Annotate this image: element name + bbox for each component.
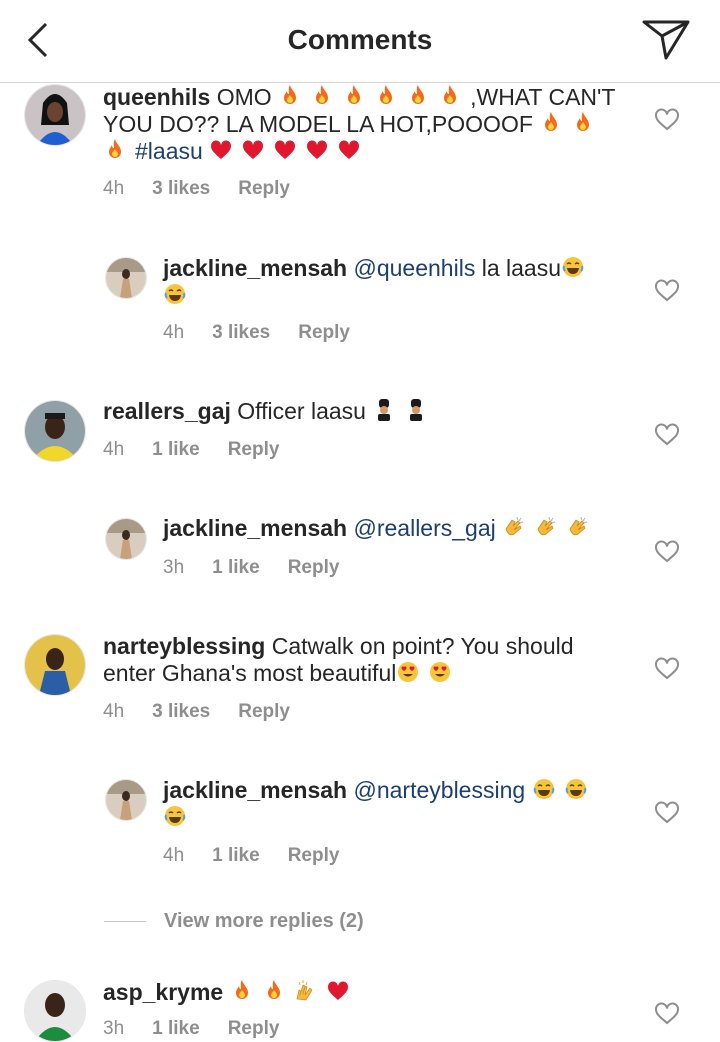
comment-meta: 4h 1 like Reply [163,845,367,867]
mention-link[interactable]: @narteyblessing [354,777,526,803]
timestamp: 4h [163,322,185,343]
username[interactable]: reallers_gaj [103,398,231,424]
fire-icon [374,84,398,108]
guard-icon [404,398,428,422]
likes-count[interactable]: 1 like [152,439,200,460]
header: Comments [0,0,720,83]
avatar[interactable] [105,518,147,560]
comment-text: jackline_mensah @reallers_gaj [163,515,623,542]
fire-icon [438,84,462,108]
reply-button[interactable]: Reply [288,557,340,578]
comment-text: reallers_gaj Officer laasu [103,398,623,425]
likes-count[interactable]: 1 like [212,557,260,578]
fire-icon [310,84,334,108]
comment-meta: 4h 1 like Reply [103,439,307,461]
timestamp: 3h [163,557,185,578]
send-icon[interactable] [640,16,692,62]
heart-eyes-icon [396,660,420,684]
reply-button[interactable]: Reply [228,1018,280,1039]
username[interactable]: queenhils [103,84,210,110]
page-title: Comments [287,24,433,55]
comment-text: asp_kryme [103,979,623,1006]
comment-meta: 4h 3 likes Reply [103,701,318,723]
comment-meta: 3h 1 like Reply [163,557,367,579]
fire-icon [278,84,302,108]
reply-button[interactable]: Reply [298,322,350,343]
avatar[interactable] [105,257,147,299]
likes-count[interactable]: 3 likes [152,701,210,722]
timestamp: 4h [103,701,125,722]
like-heart-icon[interactable] [654,423,680,447]
red-heart-icon [305,138,329,162]
red-heart-icon [209,138,233,162]
avatar[interactable] [105,779,147,821]
fire-icon [406,84,430,108]
timestamp: 4h [163,845,185,866]
avatar[interactable] [24,400,86,462]
fire-icon [230,979,254,1003]
clapping-hands-icon [502,515,526,539]
username[interactable]: narteyblessing [103,633,265,659]
reply-button[interactable]: Reply [228,439,280,460]
like-heart-icon[interactable] [654,540,680,564]
laughing-face-icon [163,282,187,306]
comment-text: jackline_mensah @queenhils la laasu [163,255,623,309]
like-heart-icon[interactable] [654,657,680,681]
like-heart-icon[interactable] [654,108,680,132]
username[interactable]: jackline_mensah [163,255,347,281]
reply-button[interactable]: Reply [288,845,340,866]
likes-count[interactable]: 1 like [152,1018,200,1039]
laughing-face-icon [564,777,588,801]
comment-meta: 3h 1 like Reply [103,1018,307,1040]
comment-meta: 4h 3 likes Reply [103,178,318,200]
timestamp: 4h [103,178,125,199]
red-heart-icon [241,138,265,162]
fire-icon [103,138,127,162]
hashtag-link[interactable]: #laasu [135,138,203,164]
username[interactable]: asp_kryme [103,979,223,1005]
fire-icon [571,111,595,135]
laughing-face-icon [163,804,187,828]
comment-text: queenhils OMO ,WHAT CAN'T YOU DO?? LA MO… [103,84,616,164]
comment-text: jackline_mensah @narteyblessing [163,777,623,831]
likes-count[interactable]: 3 likes [152,178,210,199]
mention-link[interactable]: @queenhils [354,255,476,281]
likes-count[interactable]: 1 like [212,845,260,866]
divider [104,921,146,922]
timestamp: 4h [103,439,125,460]
comment-meta: 4h 3 likes Reply [163,322,378,344]
username[interactable]: jackline_mensah [163,777,347,803]
avatar[interactable] [24,980,86,1042]
fire-icon [262,979,286,1003]
clapping-hands-icon [534,515,558,539]
reply-button[interactable]: Reply [238,701,290,722]
red-heart-icon [337,138,361,162]
laughing-face-icon [532,777,556,801]
timestamp: 3h [103,1018,125,1039]
guard-icon [372,398,396,422]
red-heart-icon [326,979,350,1003]
fire-icon [342,84,366,108]
laughing-face-icon [561,255,585,279]
reply-button[interactable]: Reply [238,178,290,199]
comment-text: narteyblessing Catwalk on point? You sho… [103,633,574,686]
likes-count[interactable]: 3 likes [212,322,270,343]
raising-hands-icon [294,979,318,1003]
fire-icon [539,111,563,135]
clapping-hands-icon [566,515,590,539]
heart-eyes-icon [428,660,452,684]
avatar[interactable] [24,634,86,696]
like-heart-icon[interactable] [654,279,680,303]
username[interactable]: jackline_mensah [163,515,347,541]
like-heart-icon[interactable] [654,1002,680,1026]
red-heart-icon [273,138,297,162]
mention-link[interactable]: @reallers_gaj [354,515,496,541]
like-heart-icon[interactable] [654,801,680,825]
avatar[interactable] [24,84,86,146]
